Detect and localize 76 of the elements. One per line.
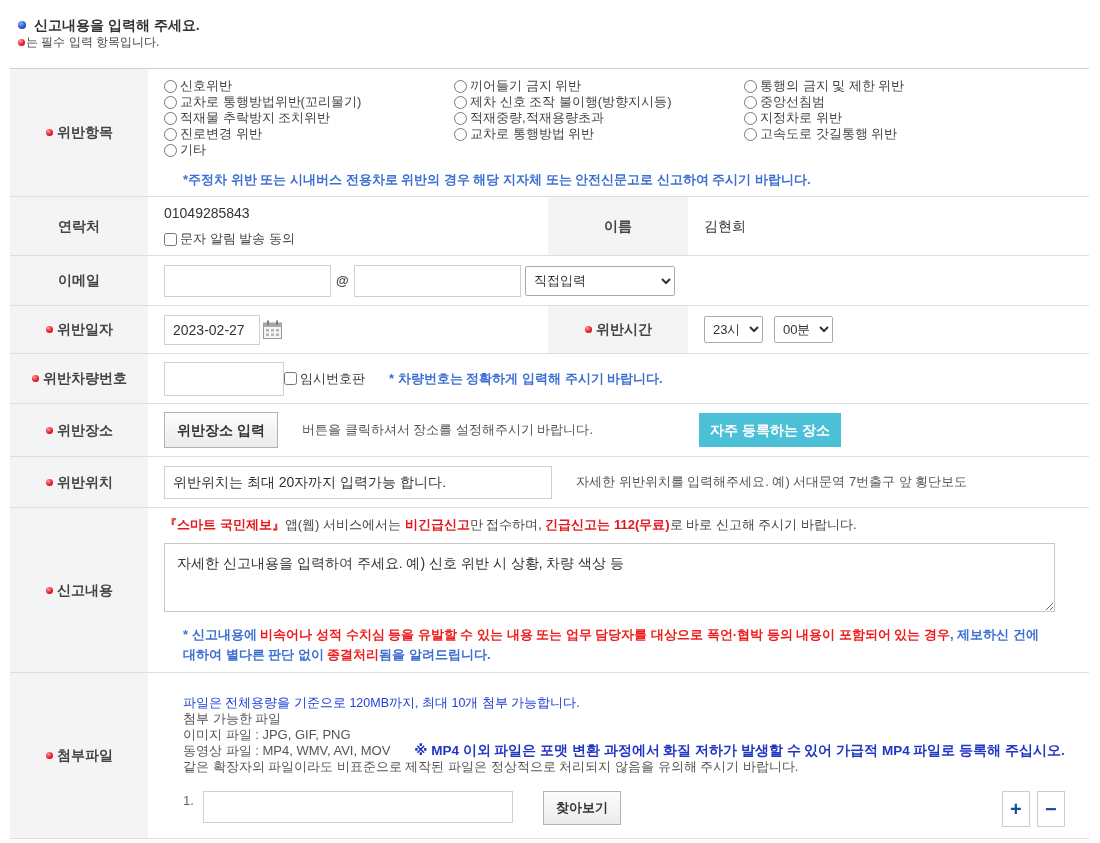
option-label[interactable]: 중앙선침범 <box>760 93 825 111</box>
radio-button[interactable] <box>454 79 467 93</box>
radio-button[interactable] <box>164 111 177 125</box>
radio-button[interactable] <box>744 95 757 109</box>
field-label: 위반차량번호 <box>42 369 127 388</box>
option-label[interactable]: 지정차로 위반 <box>760 109 842 127</box>
location-hint: 자세한 위반위치를 입력해주세요. 예) 서대문역 7번출구 앞 횡단보도 <box>576 473 968 491</box>
add-file-button[interactable]: + <box>1001 791 1030 827</box>
field-label: 이름 <box>604 216 632 236</box>
warning-text: * 신고내용에 비속어나 성적 수치심 등을 유발할 수 있는 내용 또는 업무 담당자를 대상으로 폭언·협박 등의 내용이 포함되어 있는 경우, 제보하신 건에 대하여 별다른 판단 없이 종결처리됨을 알려드립니다. <box>183 626 1040 664</box>
form-title: 신고내용을 입력해 주세요. <box>34 16 200 35</box>
radio-button[interactable] <box>454 127 467 141</box>
radio-button[interactable] <box>164 95 177 109</box>
option-label[interactable]: 통행의 금지 및 제한 위반 <box>760 77 905 95</box>
plate-note: * 차량번호는 정확하게 입력해 주시기 바랍니다. <box>389 369 663 388</box>
violation-note: *주정차 위반 또는 시내버스 전용차로 위반의 경우 해당 지자체 또는 안전신문고로 신고하여 주시기 바랍니다. <box>183 171 812 189</box>
field-label: 위반시간 <box>595 320 652 339</box>
radio-button[interactable] <box>744 111 757 125</box>
video-format-note: ※ MP4 이외 파일은 포맷 변환 과정에서 화질 저하가 발생할 수 있어 가급적 MP4 파일로 등록해 주십시오. <box>414 743 1065 759</box>
image-types-text: 이미지 파일 : JPG, GIF, PNG <box>183 727 352 743</box>
email-domain-input[interactable] <box>353 264 521 297</box>
allowed-files-title: 첨부 가능한 파일 <box>183 711 283 727</box>
field-label: 신고내용 <box>56 580 113 600</box>
option-label[interactable]: 끼어들기 금지 위반 <box>470 77 582 95</box>
radio-button[interactable] <box>164 79 177 93</box>
name-value: 김현희 <box>704 216 746 236</box>
calendar-icon[interactable] <box>263 320 282 339</box>
option-label[interactable]: 적재중량,적재용량초과 <box>470 109 604 127</box>
file-number: 1. <box>183 792 195 810</box>
date-input[interactable]: 2023-02-27 <box>164 314 260 345</box>
phone-number: 01049285843 <box>164 204 250 223</box>
standard-file-note: 같은 확장자의 파일이라도 비표준으로 제작된 파일은 정상적으로 처리되지 않음을 유의해 주시기 바랍니다. <box>183 759 800 775</box>
domain-select[interactable]: 직접입력 <box>524 265 675 296</box>
radio-button[interactable] <box>454 95 467 109</box>
report-textarea[interactable]: 자세한 신고내용을 입력하여 주세요. 예) 신호 위반 시 상황, 차량 색상 등 <box>164 543 1055 612</box>
required-dot-icon <box>18 38 25 46</box>
place-input-button[interactable]: 위반장소 입력 <box>164 412 278 448</box>
browse-button[interactable]: 찾아보기 <box>543 791 621 825</box>
email-id-input[interactable] <box>164 264 331 297</box>
option-label[interactable]: 기타 <box>180 141 206 159</box>
required-note: 는 필수 입력 항목입니다. <box>26 35 160 49</box>
field-label: 위반장소 <box>56 420 113 440</box>
notice-text: 『스마트 국민제보』앱(웹) 서비스에서는 비긴급신고만 접수하며, 긴급신고는 112(무료)로 바로 신고해 주시기 바랍니다. <box>164 516 858 534</box>
field-label: 위반위치 <box>56 472 113 492</box>
checkbox-label[interactable]: 임시번호판 <box>300 369 365 388</box>
hour-select[interactable]: 23시 <box>704 316 763 343</box>
field-label: 위반항목 <box>56 123 113 142</box>
email-at-sign: @ <box>336 271 349 290</box>
checkbox[interactable] <box>284 372 297 385</box>
remove-file-button[interactable]: − <box>1036 791 1065 827</box>
option-label[interactable]: 진로변경 위반 <box>180 125 262 143</box>
option-label[interactable]: 교차로 통행방법위반(꼬리물기) <box>180 93 362 111</box>
field-label: 위반일자 <box>56 320 113 339</box>
checkbox-label[interactable]: 문자 알림 발송 동의 <box>180 229 295 249</box>
place-hint: 버튼을 클릭하셔서 장소를 설정해주시기 바랍니다. <box>302 421 594 439</box>
option-label[interactable]: 신호위반 <box>180 77 232 95</box>
radio-button[interactable] <box>164 127 177 141</box>
option-label[interactable]: 교차로 통행방법 위반 <box>470 125 595 143</box>
file-limit-note: 파일은 전체용량을 기준으로 120MB까지, 최대 10개 첨부 가능합니다. <box>183 695 581 711</box>
radio-button[interactable] <box>744 127 757 141</box>
radio-button[interactable] <box>744 79 757 93</box>
checkbox[interactable] <box>164 232 177 246</box>
location-input[interactable]: 위반위치는 최대 20자까지 입력가능 합니다. <box>164 465 552 499</box>
video-types-text: 동영상 파일 : MP4, WMV, AVI, MOV <box>183 743 391 759</box>
plate-number-input[interactable] <box>164 361 284 396</box>
option-label[interactable]: 적재물 추락방지 조치위반 <box>180 109 331 127</box>
field-label: 첨부파일 <box>56 746 113 765</box>
field-label: 연락처 <box>58 216 100 236</box>
field-label: 이메일 <box>58 271 100 290</box>
option-label[interactable]: 제차 신호 조작 불이행(방향지시등) <box>470 93 672 111</box>
radio-button[interactable] <box>164 143 177 157</box>
radio-button[interactable] <box>454 111 467 125</box>
option-label[interactable]: 고속도로 갓길통행 위반 <box>760 125 898 143</box>
minute-select[interactable]: 00분 <box>774 316 833 343</box>
bullet-icon <box>18 21 26 29</box>
file-path-input[interactable] <box>203 791 513 823</box>
